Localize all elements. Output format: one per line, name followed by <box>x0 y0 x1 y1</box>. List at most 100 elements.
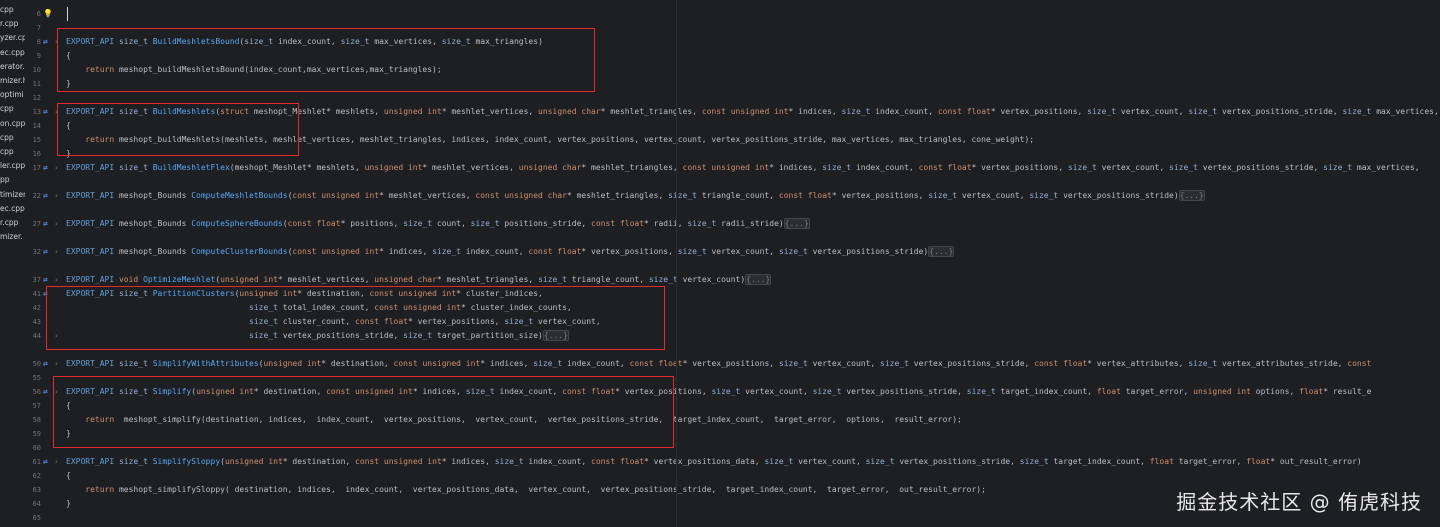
code-token: EXPORT_API <box>66 191 119 200</box>
code-line[interactable]: } <box>66 498 71 510</box>
code-token: EXPORT_API <box>66 219 119 228</box>
code-token: vertex_positions_stride) <box>1063 191 1179 200</box>
line-number: 59 <box>32 430 41 438</box>
sidebar-file-item[interactable]: ler.cpp <box>0 160 25 172</box>
line-number: 11 <box>32 80 41 88</box>
sidebar-file-item[interactable]: r.cpp <box>0 18 25 30</box>
lightbulb-icon[interactable]: 💡 <box>43 8 53 20</box>
sidebar-file-item[interactable]: ec.cpp <box>0 203 25 215</box>
implementation-marker-icon[interactable]: ⇄ <box>43 386 53 398</box>
sidebar-file-item[interactable]: erator. <box>0 61 25 73</box>
sidebar-file-item[interactable]: ec.cpp <box>0 47 25 59</box>
code-token: { <box>66 471 71 480</box>
sidebar-file-item[interactable]: timizer <box>0 189 25 201</box>
sidebar-file-item[interactable]: on.cpp <box>0 118 25 130</box>
fold-chevron-icon[interactable]: › <box>54 218 62 230</box>
code-token: size_t <box>966 387 1001 396</box>
code-token: const float <box>287 219 341 228</box>
code-token: * vertex_positions, <box>581 247 678 256</box>
code-line[interactable]: EXPORT_API void OptimizeMeshlet(unsigned… <box>66 274 772 286</box>
fold-chevron-icon[interactable]: › <box>54 162 62 174</box>
fold-chevron-icon[interactable]: › <box>54 358 62 370</box>
fold-chevron-icon[interactable]: › <box>54 456 62 468</box>
sidebar-file-item[interactable]: mizer. <box>0 231 25 243</box>
code-token: unsigned int <box>224 457 283 466</box>
code-token: size_t <box>118 457 153 466</box>
implementation-marker-icon[interactable]: ⇄ <box>43 456 53 468</box>
code-token: * meshlet_triangles, <box>600 107 702 116</box>
code-token: unsigned int <box>364 163 423 172</box>
sidebar-file-item[interactable]: pp <box>0 174 25 186</box>
code-token: max_vertices, <box>1356 163 1425 172</box>
code-token: size_t <box>841 107 876 116</box>
sidebar-file-item[interactable]: cpp <box>0 146 25 158</box>
code-token: * vertex_positions, <box>990 107 1088 116</box>
folded-region-badge[interactable]: {...} <box>1178 190 1205 201</box>
code-token: vertex_count, <box>745 387 813 396</box>
code-token: vertex_positions_stride, <box>846 387 967 396</box>
code-token: * indices, <box>379 247 433 256</box>
implementation-marker-icon[interactable]: ⇄ <box>43 190 53 202</box>
folded-region-badge[interactable]: {...} <box>745 274 772 285</box>
code-token: size_t <box>1342 107 1377 116</box>
line-number: 16 <box>32 150 41 158</box>
code-line[interactable]: EXPORT_API size_t SimplifySloppy(unsigne… <box>66 456 1362 468</box>
line-number: 58 <box>32 416 41 424</box>
sidebar-file-item[interactable]: r.cpp <box>0 217 25 229</box>
code-token: * meshlet_triangles, <box>566 191 669 200</box>
implementation-marker-icon[interactable]: ⇄ <box>43 218 53 230</box>
code-token: const unsigned int <box>292 191 380 200</box>
code-token: const float <box>591 219 645 228</box>
code-token: OptimizeMeshlet <box>143 275 216 284</box>
code-token: vertex_count, <box>812 359 881 368</box>
code-line[interactable]: EXPORT_API meshopt_Bounds ComputeMeshlet… <box>66 190 1205 202</box>
code-token: size_t <box>494 457 529 466</box>
line-number: 42 <box>32 304 41 312</box>
code-token: triangle_count, <box>571 275 649 284</box>
code-token: * vertex_positions, <box>971 163 1068 172</box>
sidebar-file-item[interactable]: cpp <box>0 4 25 16</box>
sidebar-file-item[interactable]: optimi <box>0 89 25 101</box>
code-token: size_t <box>865 457 900 466</box>
code-token: float <box>1246 457 1271 466</box>
fold-chevron-icon[interactable]: › <box>54 274 62 286</box>
fold-chevron-icon[interactable]: › <box>54 190 62 202</box>
sidebar-file-item[interactable]: cpp <box>0 103 25 115</box>
code-token: * meshlet_vertices, <box>277 275 375 284</box>
code-line[interactable]: EXPORT_API meshopt_Bounds ComputeSphereB… <box>66 218 810 230</box>
code-token: * radii, <box>644 219 688 228</box>
code-token: index_count, <box>855 163 919 172</box>
code-token: size_t <box>687 219 722 228</box>
fold-chevron-icon[interactable]: › <box>54 246 62 258</box>
code-token: unsigned int <box>220 275 278 284</box>
sidebar-file-item[interactable]: mizer.h <box>0 75 25 87</box>
folded-region-badge[interactable]: {...} <box>783 218 810 229</box>
sidebar-file-item[interactable]: yzer.cp <box>0 32 25 44</box>
code-token: meshopt_simplifySloppy( destination, ind… <box>118 485 986 494</box>
code-line[interactable]: EXPORT_API size_t BuildMeshletFlex(mesho… <box>66 162 1424 174</box>
code-token: vertex_positions_stride, <box>1202 163 1324 172</box>
code-token: size_t <box>1188 107 1223 116</box>
implementation-marker-icon[interactable]: ⇄ <box>43 274 53 286</box>
implementation-marker-icon[interactable]: ⇄ <box>43 36 53 48</box>
project-file-tree[interactable]: cpp r.cpp yzer.cp ec.cpp erator. mizer.h optim… <box>0 0 26 527</box>
line-number: 61 <box>32 458 41 466</box>
implementation-marker-icon[interactable]: ⇄ <box>43 106 53 118</box>
code-token: vertex_count, <box>1120 107 1189 116</box>
code-token: BuildMeshletFlex <box>152 163 230 172</box>
code-line[interactable]: { <box>66 470 71 482</box>
implementation-marker-icon[interactable]: ⇄ <box>43 162 53 174</box>
code-token: EXPORT_API <box>66 275 119 284</box>
code-token: * vertex_positions, <box>831 191 929 200</box>
code-token: * indices, <box>441 457 495 466</box>
folded-region-badge[interactable]: {...} <box>928 246 955 257</box>
code-line[interactable]: EXPORT_API size_t SimplifyWithAttributes… <box>66 358 1371 370</box>
implementation-marker-icon[interactable]: ⇄ <box>43 246 53 258</box>
code-line[interactable]: EXPORT_API meshopt_Bounds ComputeCluster… <box>66 246 955 258</box>
code-token: size_t <box>880 359 914 368</box>
sidebar-file-item[interactable]: cpp <box>0 132 25 144</box>
code-token: * indices, <box>788 107 842 116</box>
code-line[interactable]: return meshopt_simplifySloppy( destinati… <box>66 484 986 496</box>
implementation-marker-icon[interactable]: ⇄ <box>43 358 53 370</box>
line-number: 37 <box>32 276 41 284</box>
